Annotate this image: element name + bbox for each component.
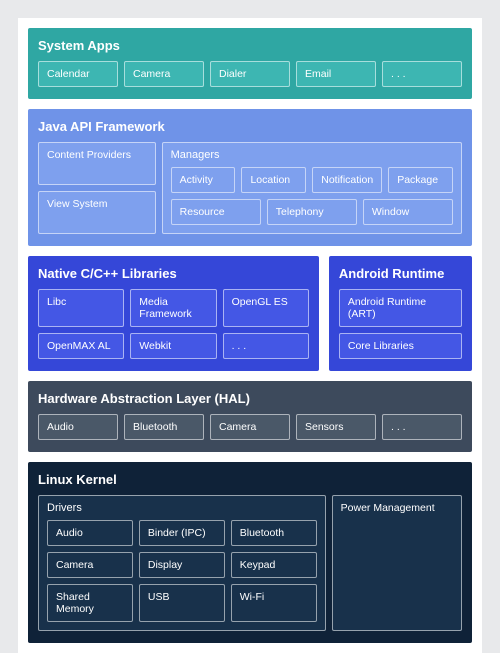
managers-title: Managers bbox=[171, 149, 453, 161]
lib-openmax-al: OpenMAX AL bbox=[38, 333, 124, 359]
lib-webkit: Webkit bbox=[130, 333, 216, 359]
lib-libc: Libc bbox=[38, 289, 124, 327]
android-stack-diagram: System Apps Calendar Camera Dialer Email… bbox=[18, 18, 482, 653]
layer-linux-kernel: Linux Kernel Drivers Audio Binder (IPC) … bbox=[28, 462, 472, 643]
layer-title: System Apps bbox=[38, 38, 462, 53]
lib-more: . . . bbox=[223, 333, 309, 359]
core-libraries: Core Libraries bbox=[339, 333, 462, 359]
power-management: Power Management bbox=[332, 495, 462, 631]
layer-title: Java API Framework bbox=[38, 119, 462, 134]
layer-hal: Hardware Abstraction Layer (HAL) Audio B… bbox=[28, 381, 472, 452]
drivers-group: Drivers Audio Binder (IPC) Bluetooth Cam… bbox=[38, 495, 326, 631]
layer-title: Android Runtime bbox=[339, 266, 462, 281]
app-camera: Camera bbox=[124, 61, 204, 87]
lib-opengl-es: OpenGL ES bbox=[223, 289, 309, 327]
drv-usb: USB bbox=[139, 584, 225, 622]
hal-sensors: Sensors bbox=[296, 414, 376, 440]
app-dialer: Dialer bbox=[210, 61, 290, 87]
mgr-telephony: Telephony bbox=[267, 199, 357, 225]
mgr-window: Window bbox=[363, 199, 453, 225]
art: Android Runtime (ART) bbox=[339, 289, 462, 327]
app-calendar: Calendar bbox=[38, 61, 118, 87]
drv-shared-memory: Shared Memory bbox=[47, 584, 133, 622]
app-email: Email bbox=[296, 61, 376, 87]
mgr-location: Location bbox=[241, 167, 306, 193]
view-system: View System bbox=[38, 191, 156, 234]
lib-media-framework: Media Framework bbox=[130, 289, 216, 327]
content-providers: Content Providers bbox=[38, 142, 156, 185]
drv-bluetooth: Bluetooth bbox=[231, 520, 317, 546]
drv-display: Display bbox=[139, 552, 225, 578]
layer-system-apps: System Apps Calendar Camera Dialer Email… bbox=[28, 28, 472, 99]
layer-title: Hardware Abstraction Layer (HAL) bbox=[38, 391, 462, 406]
mgr-activity: Activity bbox=[171, 167, 236, 193]
hal-audio: Audio bbox=[38, 414, 118, 440]
mgr-package: Package bbox=[388, 167, 453, 193]
layer-android-runtime: Android Runtime Android Runtime (ART) Co… bbox=[329, 256, 472, 371]
layer-java-api: Java API Framework Content Providers Vie… bbox=[28, 109, 472, 246]
mgr-resource: Resource bbox=[171, 199, 261, 225]
layer-title: Native C/C++ Libraries bbox=[38, 266, 309, 281]
hal-more: . . . bbox=[382, 414, 462, 440]
drv-binder-ipc: Binder (IPC) bbox=[139, 520, 225, 546]
layer-native-libs: Native C/C++ Libraries Libc Media Framew… bbox=[28, 256, 319, 371]
native-runtime-row: Native C/C++ Libraries Libc Media Framew… bbox=[28, 256, 472, 371]
drivers-title: Drivers bbox=[47, 502, 317, 514]
hal-bluetooth: Bluetooth bbox=[124, 414, 204, 440]
mgr-notification: Notification bbox=[312, 167, 382, 193]
app-more: . . . bbox=[382, 61, 462, 87]
drv-audio: Audio bbox=[47, 520, 133, 546]
managers-group: Managers Activity Location Notification … bbox=[162, 142, 462, 234]
hal-camera: Camera bbox=[210, 414, 290, 440]
drv-wifi: Wi-Fi bbox=[231, 584, 317, 622]
drv-camera: Camera bbox=[47, 552, 133, 578]
layer-title: Linux Kernel bbox=[38, 472, 462, 487]
drv-keypad: Keypad bbox=[231, 552, 317, 578]
